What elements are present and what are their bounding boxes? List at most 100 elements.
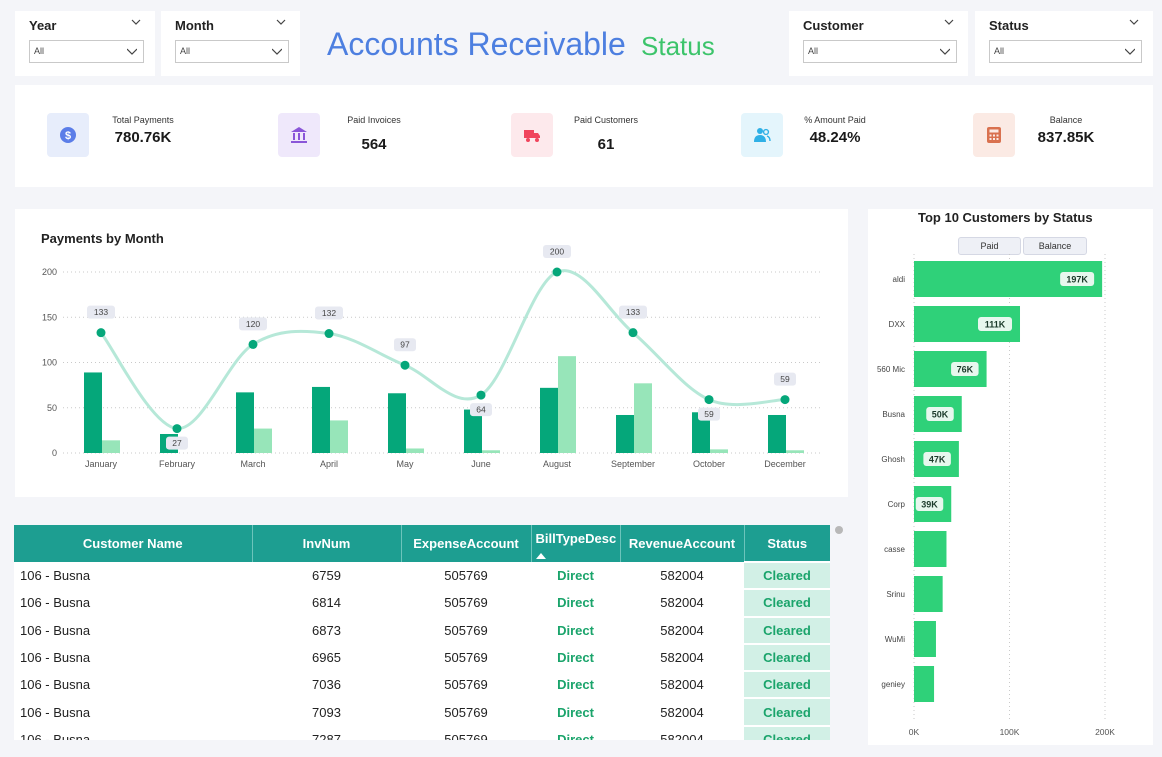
- sort-ascending-icon[interactable]: [535, 553, 546, 559]
- table-cell: Direct: [557, 731, 594, 740]
- bar-paid[interactable]: [914, 531, 947, 567]
- line-point[interactable]: [780, 395, 790, 405]
- page-subtitle: Status: [641, 31, 715, 61]
- bar-balance[interactable]: [406, 448, 424, 453]
- table-cell: 6873: [312, 622, 341, 638]
- slicer-status[interactable]: Status All: [975, 11, 1153, 76]
- column-header-status[interactable]: Status: [744, 525, 830, 562]
- data-label: 27: [172, 438, 182, 448]
- bar-balance[interactable]: [102, 440, 120, 453]
- y-tick-label: Ghosh: [881, 455, 905, 464]
- table-header-row: Customer Name InvNum ExpenseAccount Bill…: [14, 525, 830, 562]
- line-point[interactable]: [400, 360, 410, 370]
- bar-paid[interactable]: [914, 621, 936, 657]
- column-header-expense-account[interactable]: ExpenseAccount: [401, 525, 532, 562]
- table-row[interactable]: 106 - Busna 6965 505769 Direct 582004 Cleared: [14, 642, 830, 672]
- kpi-label: % Amount Paid: [804, 115, 866, 125]
- x-tick-label: September: [611, 459, 655, 469]
- bar-paid[interactable]: [312, 386, 330, 453]
- slicer-dropdown[interactable]: All: [175, 40, 289, 63]
- table-cell: Cleared: [744, 670, 830, 699]
- data-label: 59: [704, 409, 714, 419]
- bar-paid[interactable]: [540, 387, 558, 453]
- line-point[interactable]: [552, 267, 562, 277]
- kpi-label: Paid Customers: [573, 115, 639, 125]
- table-row[interactable]: 106 - Busna 7036 505769 Direct 582004 Cleared: [14, 670, 830, 699]
- table-cell: Cleared: [744, 588, 830, 617]
- table-row[interactable]: 106 - Busna 6814 505769 Direct 582004 Cleared: [14, 588, 830, 617]
- chevron-down-icon: [127, 48, 137, 55]
- table-cell: 505769: [444, 650, 488, 666]
- table-row[interactable]: 106 - Busna 6873 505769 Direct 582004 Cleared: [14, 615, 830, 644]
- calculator-icon: [973, 113, 1015, 157]
- table-cell: 106 - Busna: [20, 595, 91, 611]
- slicer-dropdown[interactable]: All: [29, 40, 144, 63]
- kpi-value: 780.76K: [114, 129, 172, 146]
- data-label: 197K: [1066, 275, 1088, 285]
- bar-paid[interactable]: [84, 372, 102, 453]
- column-header-billtypedesc[interactable]: BillTypeDesc: [531, 525, 621, 562]
- column-header-revenue-account[interactable]: RevenueAccount: [620, 525, 745, 562]
- y-tick-label: aldi: [893, 275, 906, 284]
- table-row[interactable]: 106 - Busna 7093 505769 Direct 582004 Cleared: [14, 697, 830, 726]
- slicer-dropdown[interactable]: All: [989, 40, 1142, 63]
- data-label: 200: [550, 247, 564, 257]
- line-point[interactable]: [324, 329, 334, 339]
- bar-paid[interactable]: [236, 392, 254, 453]
- data-label: 76K: [957, 365, 974, 375]
- bar-balance[interactable]: [786, 450, 804, 453]
- table-cell: 6965: [312, 650, 341, 666]
- chevron-down-icon[interactable]: [131, 17, 141, 27]
- y-tick-label: Corp: [888, 500, 906, 509]
- dollar-icon: $: [47, 113, 89, 157]
- table-row[interactable]: 106 - Busna 7287 505769 Direct 582004 Cleared: [14, 724, 830, 740]
- bar-balance[interactable]: [710, 449, 728, 453]
- chevron-down-icon: [272, 48, 282, 55]
- chevron-down-icon[interactable]: [276, 17, 286, 27]
- line-point[interactable]: [476, 390, 486, 400]
- line-point[interactable]: [248, 339, 258, 349]
- kpi-value: 48.24%: [809, 129, 861, 146]
- bar-paid[interactable]: [388, 393, 406, 453]
- slicer-year[interactable]: Year All: [15, 11, 155, 76]
- column-header-label: BillTypeDesc: [535, 531, 617, 546]
- bar-balance[interactable]: [330, 420, 348, 453]
- bar-balance[interactable]: [254, 428, 272, 453]
- data-label: 59: [780, 374, 790, 384]
- slicer-dropdown[interactable]: All: [803, 40, 957, 63]
- slicer-title: Status: [989, 18, 1029, 33]
- bar-paid[interactable]: [616, 414, 634, 453]
- table-cell: 505769: [444, 677, 488, 693]
- bar-balance[interactable]: [482, 450, 500, 453]
- slicer-value: All: [34, 46, 45, 56]
- line-point[interactable]: [628, 328, 638, 338]
- users-icon: [741, 113, 783, 157]
- x-tick-label: 0K: [909, 727, 920, 737]
- column-header-customer-name[interactable]: Customer Name: [14, 525, 253, 562]
- line-point[interactable]: [96, 328, 106, 338]
- bar-paid[interactable]: [914, 666, 935, 702]
- chevron-down-icon[interactable]: [944, 17, 954, 27]
- slicer-value: All: [808, 46, 819, 56]
- table-cell: Cleared: [744, 615, 830, 644]
- table-row[interactable]: 106 - Busna 6759 505769 Direct 582004 Cleared: [14, 560, 830, 590]
- series-line: [99, 269, 786, 431]
- bar-balance[interactable]: [634, 383, 652, 453]
- bar-paid[interactable]: [768, 414, 786, 453]
- line-point[interactable]: [704, 395, 714, 405]
- kpi-value: 564: [361, 136, 387, 153]
- slicer-month[interactable]: Month All: [161, 11, 300, 76]
- column-header-invnum[interactable]: InvNum: [252, 525, 402, 562]
- x-tick-label: 200K: [1095, 727, 1115, 737]
- invoice-table: Customer Name InvNum ExpenseAccount Bill…: [14, 525, 830, 740]
- y-tick-label: casse: [884, 545, 905, 554]
- y-tick-label: Busna: [882, 410, 905, 419]
- slicer-customer[interactable]: Customer All: [789, 11, 968, 76]
- y-tick-label: Srinu: [886, 590, 905, 599]
- x-tick-label: 100K: [1000, 727, 1020, 737]
- scrollbar-thumb[interactable]: [835, 526, 843, 534]
- line-point[interactable]: [172, 424, 182, 434]
- bar-paid[interactable]: [914, 576, 943, 612]
- bar-balance[interactable]: [558, 356, 576, 453]
- chevron-down-icon[interactable]: [1129, 17, 1139, 27]
